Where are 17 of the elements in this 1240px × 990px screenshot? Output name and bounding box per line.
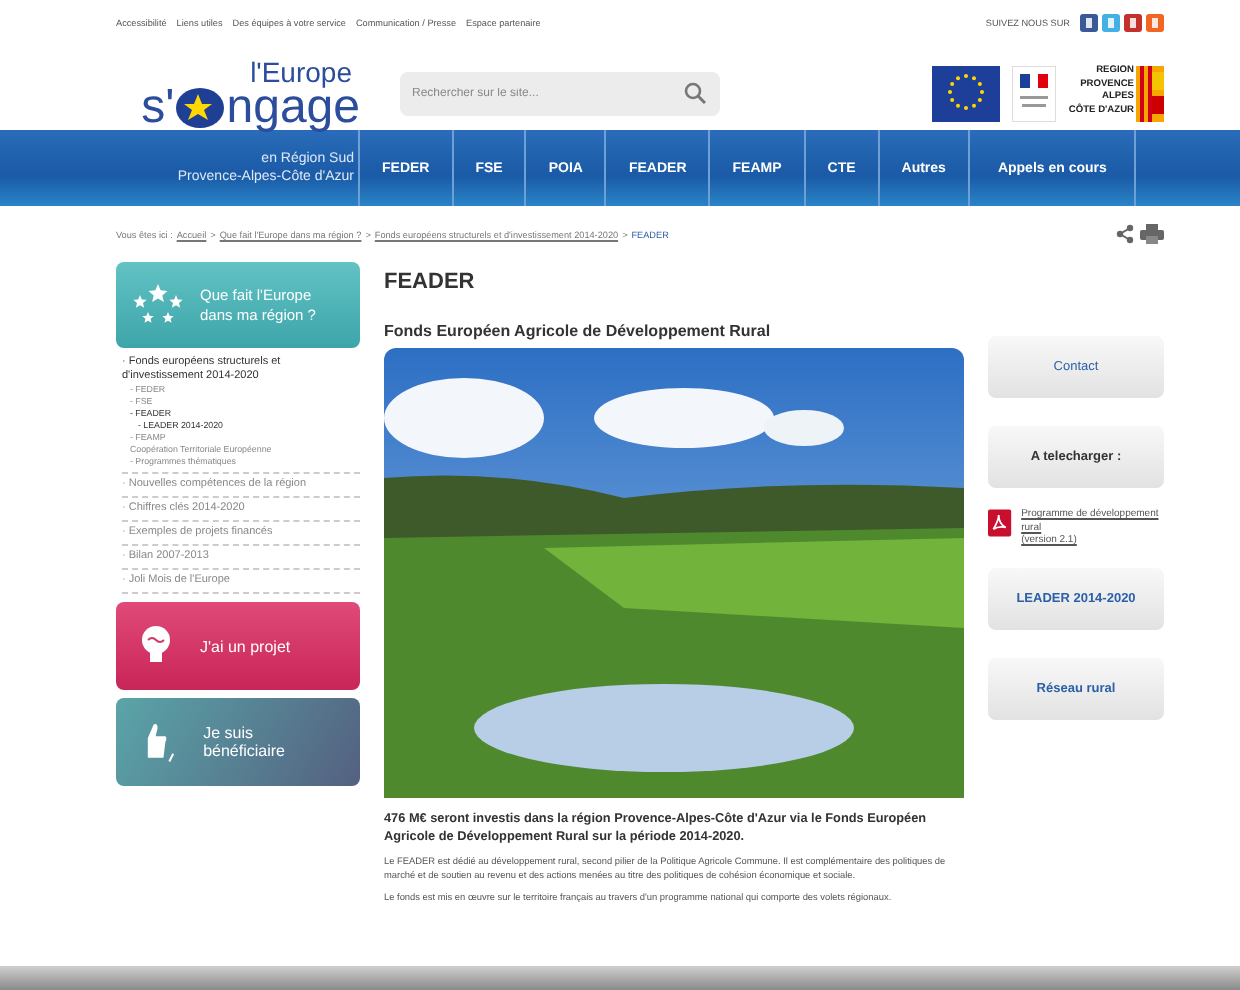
logo-text: s' <box>141 86 175 130</box>
region-flag-icon <box>1136 66 1164 122</box>
logo-text: l'Europe <box>250 58 352 86</box>
search-icon[interactable] <box>684 81 706 103</box>
lightbulb-icon <box>140 624 172 668</box>
eu-flag-icon <box>932 66 1001 122</box>
page-title: FEADER <box>384 270 477 294</box>
government-logo-icon <box>1012 66 1057 122</box>
logo-text: ngage <box>226 86 360 130</box>
pdf-icon[interactable] <box>988 508 1012 538</box>
section-title: Fonds Européen Agricole de Développement Rural <box>384 322 773 340</box>
sidebar-button[interactable]: J'ai un projet <box>116 602 360 690</box>
share-icon[interactable] <box>1116 224 1134 244</box>
sidebar-button[interactable]: Je suis bénéficiaire <box>116 698 360 786</box>
print-icon[interactable] <box>1140 224 1164 244</box>
stars-icon <box>128 283 188 327</box>
star-globe-icon <box>174 86 227 130</box>
